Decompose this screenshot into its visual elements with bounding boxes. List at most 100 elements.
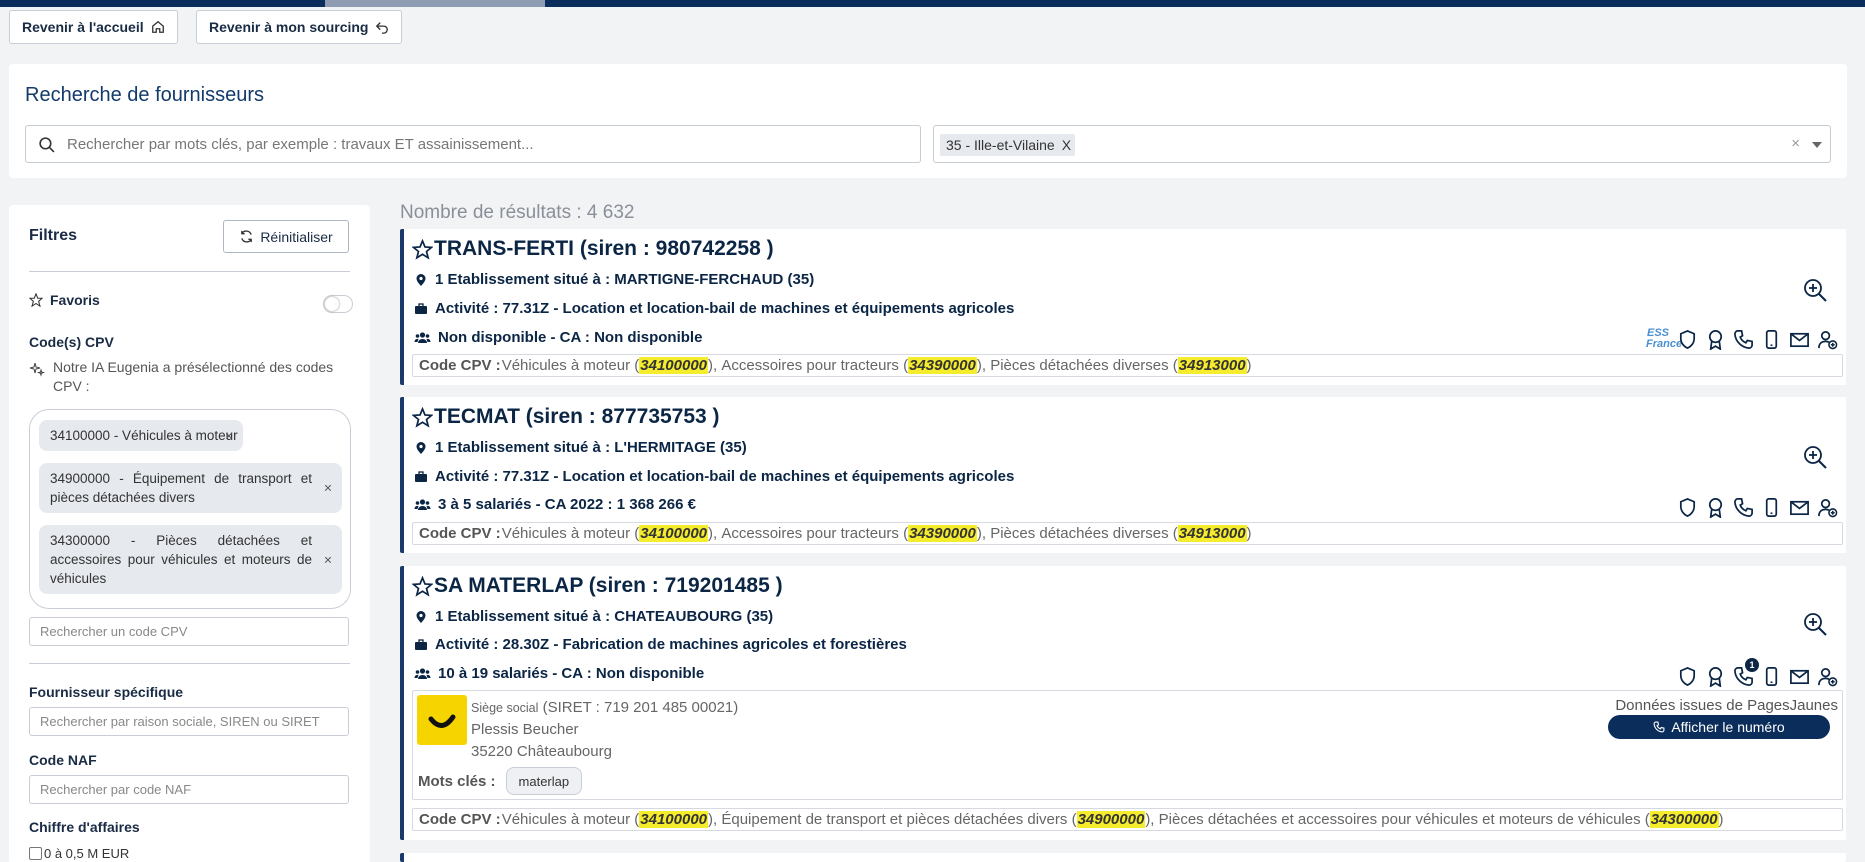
sparkle-icon [29,362,45,377]
award-icon[interactable] [1705,329,1726,350]
add-contact-icon[interactable] [1817,329,1838,350]
cpv-chip-remove[interactable]: × [324,479,332,498]
chevron-down-icon[interactable] [1812,142,1822,148]
star-icon[interactable] [412,575,433,597]
ca-label: Chiffre d'affaires [29,819,140,835]
cpv-code: 34100000 [639,811,709,828]
cpv-sep: ), [708,357,722,374]
clear-select-icon[interactable]: × [1791,135,1800,152]
siege-label: Siège social [471,701,539,715]
shield-icon[interactable] [1677,329,1698,350]
favorites-toggle[interactable] [323,295,353,313]
add-contact-icon[interactable] [1817,497,1838,518]
supplier-title-text[interactable]: SA MATERLAP (siren : 719201485 ) [434,574,783,598]
cpv-code: 34913000 [1177,357,1247,374]
supplier-activity: Activité : 77.31Z - Location et location… [414,300,1014,317]
mobile-icon[interactable] [1761,329,1782,350]
ca-option-label: 0 à 0,5 M EUR [44,846,130,861]
cpv-code: 34300000 [1649,811,1719,828]
supplier-title: SA MATERLAP (siren : 719201485 ) [412,574,783,598]
phone-icon[interactable] [1733,497,1754,518]
pagesjaunes-source: Données issues de PagesJaunes [1615,697,1838,714]
supplier-activity-text: Activité : 28.30Z - Fabrication de machi… [435,636,907,653]
search-icon [39,136,55,153]
cpv-chip-remove[interactable]: × [225,426,233,445]
supplier-location-text: 1 Etablissement situé à : MARTIGNE-FERCH… [435,271,815,288]
keywords-label: Mots clés : [418,772,496,790]
cpv-text: Pièces détachées et accessoires pour véh… [1158,811,1650,828]
star-icon[interactable] [412,238,433,260]
department-chip: 35 - Ille-et-Vilaine X [940,134,1076,156]
ca-option-checkbox[interactable] [29,847,42,860]
cpv-selection-box: 34100000 - Véhicules à moteur × 34900000… [29,409,351,609]
mail-icon[interactable] [1789,666,1810,687]
sourcing-button[interactable]: Revenir à mon sourcing [196,10,403,44]
naf-label: Code NAF [29,752,97,768]
home-button-label: Revenir à l'accueil [22,19,144,35]
mail-icon[interactable] [1789,329,1810,350]
zoom-in-icon[interactable] [1802,444,1828,470]
cpv-text: Équipement de transport et pièces détach… [721,811,1077,828]
keyword-search-input[interactable]: Rechercher par mots clés, par exemple : … [25,125,921,163]
phone-with-badge[interactable]: 1 [1733,658,1759,687]
cpv-text: Pièces détachées diverses ( [990,525,1178,542]
zoom-in-icon[interactable] [1802,611,1828,637]
cpv-text: Pièces détachées diverses ( [990,357,1178,374]
ca-option-row[interactable]: 0 à 0,5 M EUR [29,846,129,861]
supplier-location-text: 1 Etablissement situé à : L'HERMITAGE (3… [435,439,747,456]
shield-icon[interactable] [1677,666,1698,687]
cpv-text: Accessoires pour tracteurs ( [721,525,909,542]
award-icon[interactable] [1705,497,1726,518]
keywords-row: Mots clés : materlap [418,767,583,795]
supplier-search-input[interactable]: Rechercher par raison sociale, SIREN ou … [29,707,349,736]
zoom-in-icon[interactable] [1802,277,1828,303]
mobile-icon[interactable] [1761,666,1782,687]
award-icon[interactable] [1705,666,1726,687]
cpv-chip: 34900000 - Équipement de transport et pi… [39,463,342,513]
add-contact-icon[interactable] [1817,666,1838,687]
cpv-sep: ) [1246,357,1252,374]
supplier-location-text: 1 Etablissement situé à : CHATEAUBOURG (… [435,608,774,625]
supplier-size: 3 à 5 salariés - CA 2022 : 1 368 266 € [414,496,696,513]
keyword-chip[interactable]: materlap [505,767,583,795]
cpv-text: Véhicules à moteur ( [501,811,640,828]
users-icon [414,498,431,510]
cpv-text: Accessoires pour tracteurs ( [721,357,909,374]
supplier-title-text[interactable]: TECMAT (siren : 877735753 ) [434,405,720,429]
cpv-sep: ), [1145,811,1159,828]
cpv-sep: ), [708,525,722,542]
reset-filters-button[interactable]: Réinitialiser [223,220,349,253]
cpv-chip-remove[interactable]: × [324,550,332,569]
divider [29,271,350,272]
cpv-search-input[interactable]: Rechercher un code CPV [29,617,349,646]
home-button[interactable]: Revenir à l'accueil [9,10,178,44]
keyword-search-placeholder: Rechercher par mots clés, par exemple : … [67,135,534,153]
address-line-2: 35220 Châteaubourg [471,743,612,760]
naf-search-input[interactable]: Rechercher par code NAF [29,775,349,804]
show-number-button[interactable]: Afficher le numéro [1608,715,1830,739]
ai-note-text: Notre IA Eugenia a présélectionné des co… [53,359,334,394]
briefcase-icon [415,470,427,482]
supplier-card: SA MATERLAP (siren : 719201485 ) 1 Etabl… [400,566,1846,840]
supplier-activity-text: Activité : 77.31Z - Location et location… [435,300,1015,317]
supplier-activity: Activité : 28.30Z - Fabrication de machi… [414,636,907,653]
cpv-chip-label: 34100000 - Véhicules à moteur [50,428,238,443]
briefcase-icon [415,638,427,650]
cpv-codes-line: Code CPV : Véhicules à moteur (34100000)… [412,354,1843,377]
supplier-size-text: Non disponible - CA : Non disponible [438,329,703,346]
supplier-title-text[interactable]: TRANS-FERTI (siren : 980742258 ) [434,237,774,261]
cpv-sep: ), [976,525,991,542]
cpv-text: Véhicules à moteur ( [501,525,640,542]
star-icon[interactable] [412,406,433,428]
department-select[interactable]: 35 - Ille-et-Vilaine X × [933,125,1831,163]
supplier-location: 1 Etablissement situé à : CHATEAUBOURG (… [414,608,773,625]
cpv-sep: ) [1246,525,1252,542]
refresh-icon [241,230,253,243]
department-chip-remove[interactable]: X [1062,137,1071,153]
shield-icon[interactable] [1677,497,1698,518]
department-chip-label: 35 - Ille-et-Vilaine [946,137,1055,153]
mobile-icon[interactable] [1761,497,1782,518]
favorites-label: Favoris [50,292,100,308]
mail-icon[interactable] [1789,497,1810,518]
phone-icon[interactable] [1733,329,1754,350]
